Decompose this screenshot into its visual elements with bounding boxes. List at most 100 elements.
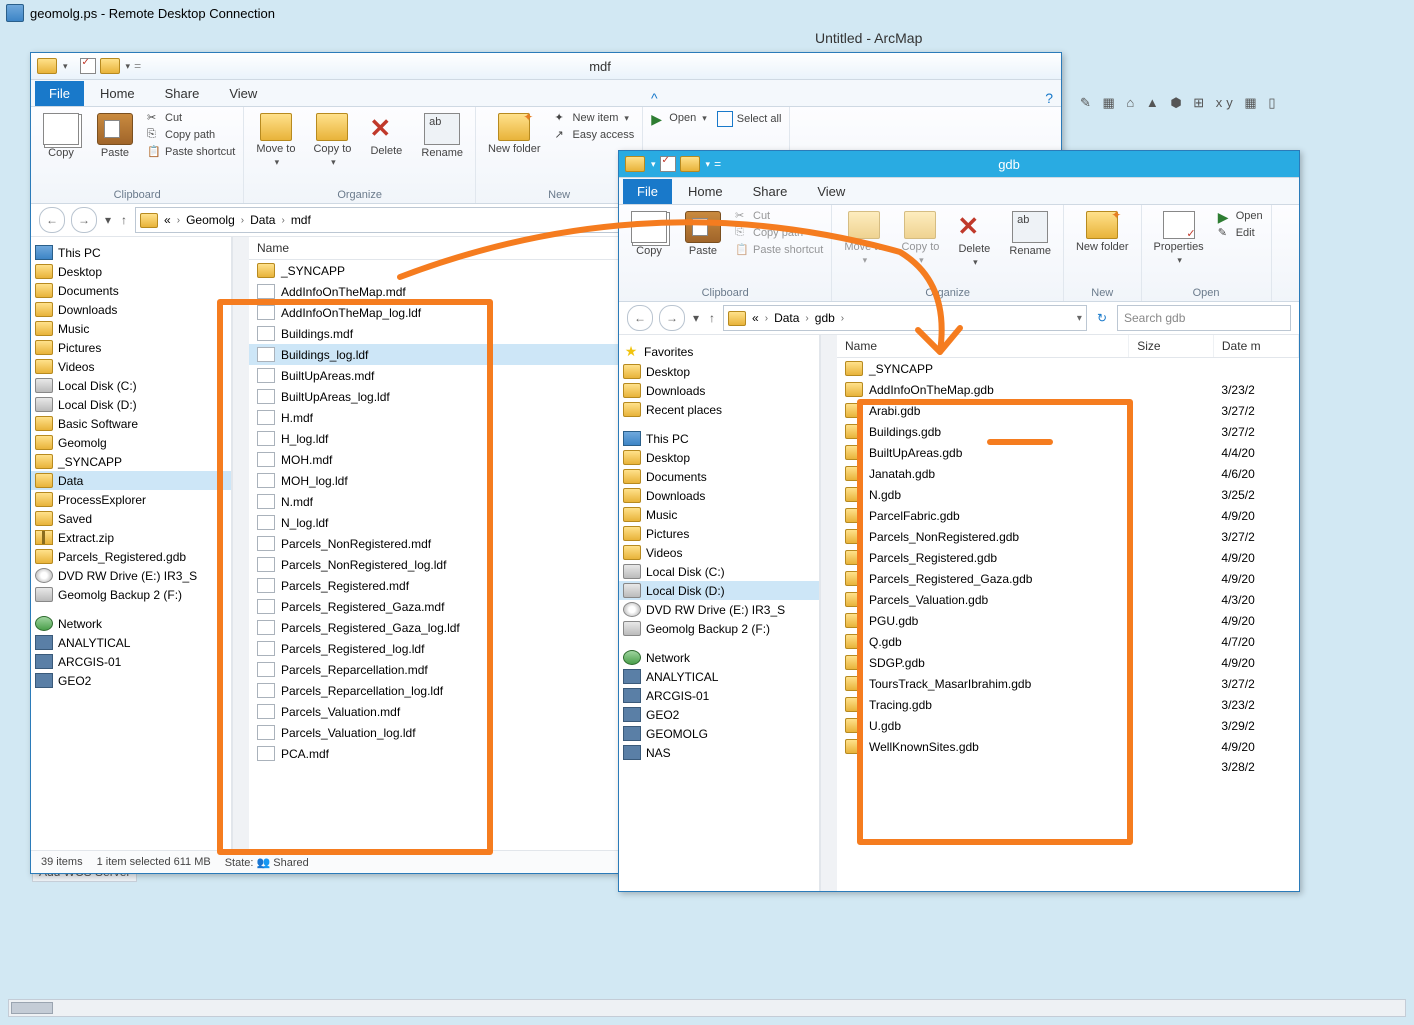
tree-node[interactable]: GEO2: [619, 705, 819, 724]
nav-tree[interactable]: ★FavoritesDesktopDownloadsRecent placesT…: [619, 335, 820, 891]
file-row[interactable]: N.gdb3/25/2: [837, 484, 1299, 505]
new-item-button[interactable]: ✦New item▾: [555, 111, 635, 125]
properties-icon[interactable]: [80, 58, 96, 74]
tab-view[interactable]: View: [215, 81, 271, 106]
tree-node[interactable]: Local Disk (D:): [619, 581, 819, 600]
tree-node[interactable]: Desktop: [619, 362, 819, 381]
tree-node[interactable]: Recent places: [619, 400, 819, 419]
horizontal-scrollbar[interactable]: [8, 999, 1406, 1017]
col-date[interactable]: Date m: [1213, 335, 1298, 358]
tree-node[interactable]: _SYNCAPP: [31, 452, 231, 471]
tree-node[interactable]: GEO2: [31, 671, 231, 690]
file-row[interactable]: Parcels_Registered.gdb4/9/20: [837, 547, 1299, 568]
refresh-button[interactable]: ↻: [1093, 311, 1111, 325]
tree-node[interactable]: Documents: [31, 281, 231, 300]
help-icon[interactable]: ?: [1045, 90, 1053, 106]
tree-node[interactable]: Pictures: [31, 338, 231, 357]
paste-button[interactable]: Paste: [93, 111, 137, 161]
new-folder-button[interactable]: New folder: [1072, 209, 1133, 255]
tree-node[interactable]: Geomolg Backup 2 (F:): [619, 619, 819, 638]
tree-node[interactable]: Parcels_Registered.gdb: [31, 547, 231, 566]
tree-node[interactable]: Videos: [619, 543, 819, 562]
breadcrumb[interactable]: «› Data› gdb› ▾: [723, 305, 1087, 331]
move-to-button[interactable]: Move to▾: [840, 209, 887, 268]
cut-button[interactable]: ✂Cut: [147, 111, 235, 125]
copy-button[interactable]: Copy: [627, 209, 671, 259]
history-dropdown[interactable]: ▾: [103, 213, 113, 227]
tab-home[interactable]: Home: [86, 81, 149, 106]
properties-icon[interactable]: [660, 156, 676, 172]
ribbon-collapse-icon[interactable]: ^: [651, 90, 658, 106]
file-row[interactable]: PGU.gdb4/9/20: [837, 610, 1299, 631]
tree-node[interactable]: ARCGIS-01: [31, 652, 231, 671]
tree-node[interactable]: Documents: [619, 467, 819, 486]
folder-icon[interactable]: [37, 58, 57, 74]
tree-node[interactable]: This PC: [619, 429, 819, 448]
file-row[interactable]: Parcels_Valuation.gdb4/3/20: [837, 589, 1299, 610]
copy-to-button[interactable]: Copy to▾: [309, 111, 355, 170]
file-row[interactable]: BuiltUpAreas.gdb4/4/20: [837, 442, 1299, 463]
open-button[interactable]: ▶Open▾: [651, 111, 706, 125]
tree-node[interactable]: ARCGIS-01: [619, 686, 819, 705]
tab-share[interactable]: Share: [151, 81, 214, 106]
tree-node[interactable]: Network: [619, 648, 819, 667]
tree-node[interactable]: Extract.zip: [31, 528, 231, 547]
tree-scrollbar[interactable]: [232, 237, 249, 850]
col-name[interactable]: Name: [837, 335, 1129, 358]
tab-file[interactable]: File: [623, 179, 672, 204]
tab-home[interactable]: Home: [674, 179, 737, 204]
up-button[interactable]: ↑: [119, 213, 129, 227]
back-button[interactable]: ←: [627, 305, 653, 331]
tree-node[interactable]: Local Disk (C:): [619, 562, 819, 581]
file-row[interactable]: 3/28/2: [837, 757, 1299, 777]
tree-node[interactable]: Pictures: [619, 524, 819, 543]
file-row[interactable]: SDGP.gdb4/9/20: [837, 652, 1299, 673]
search-input[interactable]: Search gdb: [1117, 305, 1291, 331]
tree-node[interactable]: Geomolg Backup 2 (F:): [31, 585, 231, 604]
col-size[interactable]: Size: [1129, 335, 1214, 358]
tree-node[interactable]: GEOMOLG: [619, 724, 819, 743]
tree-node[interactable]: ProcessExplorer: [31, 490, 231, 509]
delete-button[interactable]: ✕Delete▾: [953, 209, 995, 270]
rename-button[interactable]: Rename: [1005, 209, 1055, 259]
folder-icon[interactable]: [625, 156, 645, 172]
rename-button[interactable]: Rename: [417, 111, 467, 161]
file-row[interactable]: AddInfoOnTheMap.gdb3/23/2: [837, 379, 1299, 400]
tree-node[interactable]: Geomolg: [31, 433, 231, 452]
file-row[interactable]: Parcels_NonRegistered.gdb3/27/2: [837, 526, 1299, 547]
file-row[interactable]: Q.gdb4/7/20: [837, 631, 1299, 652]
delete-button[interactable]: ✕Delete: [365, 111, 407, 159]
copy-path-button[interactable]: ⎘Copy path: [735, 226, 823, 240]
tree-node[interactable]: DVD RW Drive (E:) IR3_S: [619, 600, 819, 619]
file-row[interactable]: Arabi.gdb3/27/2: [837, 400, 1299, 421]
tree-node[interactable]: Saved: [31, 509, 231, 528]
tree-node[interactable]: Data: [31, 471, 231, 490]
new-folder-button[interactable]: New folder: [484, 111, 545, 157]
copy-path-button[interactable]: ⎘Copy path: [147, 128, 235, 142]
forward-button[interactable]: →: [659, 305, 685, 331]
select-all-button[interactable]: Select all: [717, 111, 782, 127]
file-row[interactable]: Parcels_Registered_Gaza.gdb4/9/20: [837, 568, 1299, 589]
file-row[interactable]: U.gdb3/29/2: [837, 715, 1299, 736]
tree-node[interactable]: ANALYTICAL: [619, 667, 819, 686]
tree-node[interactable]: ANALYTICAL: [31, 633, 231, 652]
tree-node[interactable]: Desktop: [619, 448, 819, 467]
tree-node[interactable]: Music: [619, 505, 819, 524]
tree-node[interactable]: This PC: [31, 243, 231, 262]
tree-node[interactable]: Downloads: [31, 300, 231, 319]
file-row[interactable]: Janatah.gdb4/6/20: [837, 463, 1299, 484]
paste-shortcut-button[interactable]: 📋Paste shortcut: [735, 243, 823, 257]
tab-view[interactable]: View: [803, 179, 859, 204]
tree-node[interactable]: Network: [31, 614, 231, 633]
tree-node[interactable]: Downloads: [619, 486, 819, 505]
tree-node[interactable]: NAS: [619, 743, 819, 762]
paste-shortcut-button[interactable]: 📋Paste shortcut: [147, 145, 235, 159]
paste-button[interactable]: Paste: [681, 209, 725, 259]
cut-button[interactable]: ✂Cut: [735, 209, 823, 223]
tree-node[interactable]: Desktop: [31, 262, 231, 281]
tree-node[interactable]: Videos: [31, 357, 231, 376]
tree-node[interactable]: Downloads: [619, 381, 819, 400]
edit-button[interactable]: ✎Edit: [1218, 226, 1263, 240]
file-row[interactable]: ParcelFabric.gdb4/9/20: [837, 505, 1299, 526]
file-row[interactable]: Tracing.gdb3/23/2: [837, 694, 1299, 715]
